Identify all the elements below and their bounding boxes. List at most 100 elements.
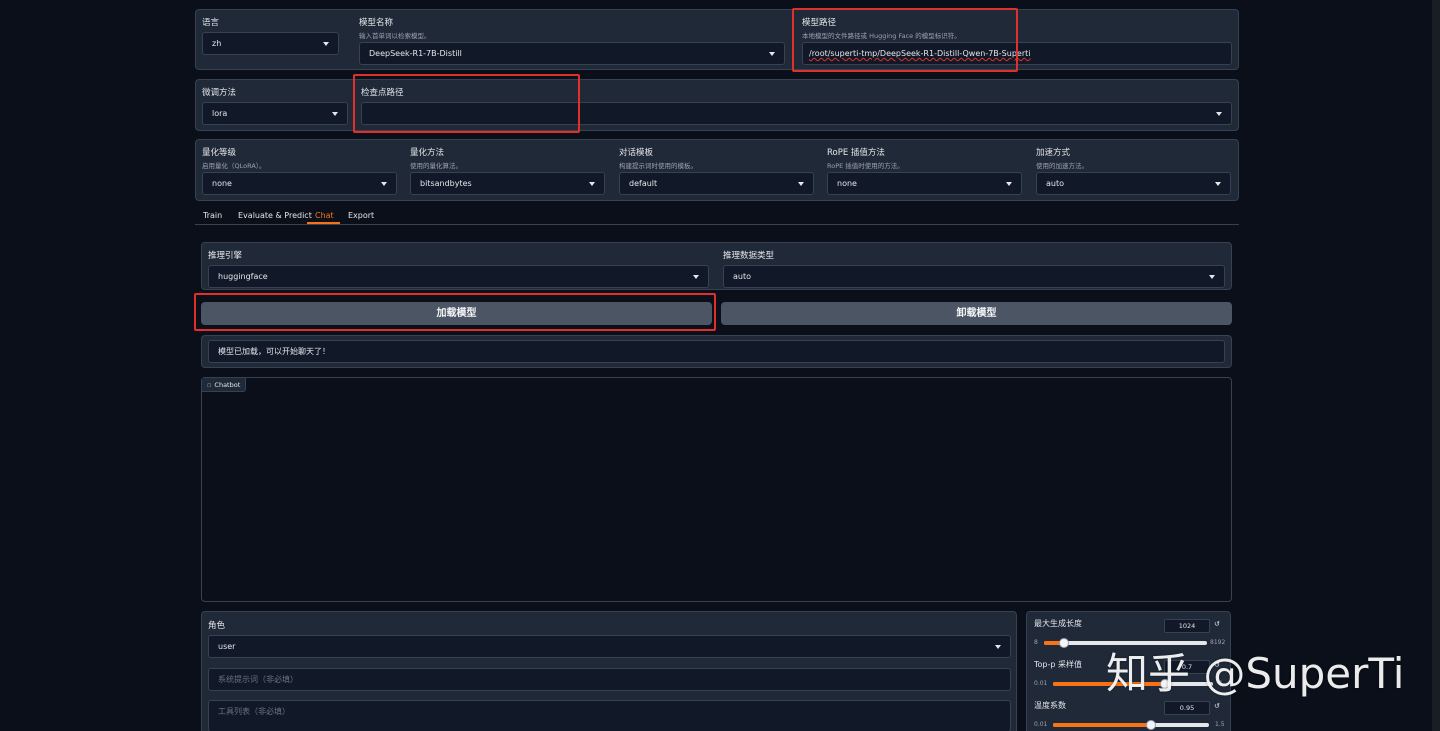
reset-icon[interactable]: ↺ <box>1214 702 1220 710</box>
chevron-down-icon <box>798 182 804 186</box>
model-name-label: 模型名称 <box>359 18 394 28</box>
chatbot-tag: ▫ Chatbot <box>202 378 247 392</box>
row3-group-0: 量化等级 启用量化（QLoRA）。 none <box>202 140 404 200</box>
chatbot-label: Chatbot <box>214 381 241 389</box>
quantization-method-info: 使用的量化算法。 <box>410 162 462 170</box>
template-value: default <box>629 179 658 188</box>
finetune-panel: 微调方法 lora 检查点路径 <box>195 79 1239 131</box>
tab-bar <box>195 224 1239 225</box>
status-text: 模型已加载，可以开始聊天了！ <box>218 347 330 356</box>
reset-icon[interactable]: ↺ <box>1214 620 1220 628</box>
chevron-down-icon <box>381 182 387 186</box>
chevron-down-icon <box>1209 275 1215 279</box>
finetune-method-value: lora <box>212 109 228 118</box>
model-name-value: DeepSeek-R1-7B-Distill <box>369 49 462 58</box>
tab-chat[interactable]: Chat <box>315 211 334 220</box>
template-label: 对话模板 <box>619 148 654 158</box>
slider-fill <box>1053 723 1152 727</box>
tab-train[interactable]: Train <box>203 211 222 220</box>
infer-backend-dropdown[interactable]: huggingface <box>208 265 709 288</box>
temperature-min: 0.01 <box>1034 721 1048 728</box>
template-info: 构建提示词时使用的模板。 <box>619 162 697 170</box>
temperature-input[interactable]: 0.95 <box>1164 701 1210 715</box>
top-p-min: 0.01 <box>1034 680 1048 687</box>
quantization-method-label: 量化方法 <box>410 148 445 158</box>
temperature-label: 温度系数 <box>1034 701 1066 710</box>
language-label: 语言 <box>202 18 220 28</box>
status-box: 模型已加载，可以开始聊天了！ <box>208 340 1225 363</box>
row3-group-4: 加速方式 使用的加速方法。 auto <box>1036 140 1236 200</box>
chevron-down-icon <box>332 112 338 116</box>
model-path-value: /root/superti-tmp/DeepSeek-R1-Distill-Qw… <box>809 49 1031 58</box>
infer-dtype-label: 推理数据类型 <box>723 251 775 261</box>
temperature-max: 1.5 <box>1215 721 1225 728</box>
booster-dropdown[interactable]: auto <box>1036 172 1231 195</box>
template-dropdown[interactable]: default <box>619 172 814 195</box>
model-name-dropdown[interactable]: DeepSeek-R1-7B-Distill <box>359 42 785 65</box>
rope-scaling-dropdown[interactable]: none <box>827 172 1022 195</box>
model-path-info: 本地模型的文件路径或 Hugging Face 的模型标识符。 <box>802 32 961 40</box>
role-label: 角色 <box>208 621 226 631</box>
quantization-method-dropdown[interactable]: bitsandbytes <box>410 172 605 195</box>
tools-input[interactable]: 工具列表（非必填） <box>208 700 1011 731</box>
infer-dtype-value: auto <box>733 272 752 281</box>
checkpoint-path-label: 检查点路径 <box>361 88 404 98</box>
status-panel: 模型已加载，可以开始聊天了！ <box>201 335 1232 368</box>
load-model-button[interactable]: 加载模型 <box>201 302 712 325</box>
chat-bubble-icon: ▫ <box>207 381 212 389</box>
rope-scaling-info: RoPE 插值时使用的方法。 <box>827 162 904 170</box>
chevron-down-icon <box>1215 182 1221 186</box>
quantization-method-value: bitsandbytes <box>420 179 472 188</box>
model-path-input[interactable]: /root/superti-tmp/DeepSeek-R1-Distill-Qw… <box>802 42 1232 65</box>
chevron-down-icon <box>769 52 775 56</box>
slider-thumb[interactable] <box>1058 638 1069 648</box>
unload-model-button[interactable]: 卸载模型 <box>721 302 1232 325</box>
checkpoint-path-dropdown[interactable] <box>361 102 1232 125</box>
chevron-down-icon <box>693 275 699 279</box>
chatbot-panel: ▫ Chatbot <box>201 377 1232 602</box>
model-name-info: 输入首单词以检索模型。 <box>359 32 431 40</box>
rope-scaling-value: none <box>837 179 857 188</box>
language-dropdown[interactable]: zh <box>202 32 339 55</box>
inference-panel: 推理引擎 huggingface 推理数据类型 auto <box>201 242 1232 290</box>
max-new-tokens-label: 最大生成长度 <box>1034 619 1082 628</box>
role-dropdown[interactable]: user <box>208 635 1011 658</box>
tab-evaluate-predict[interactable]: Evaluate & Predict <box>238 211 312 220</box>
rope-scaling-label: RoPE 插值方法 <box>827 148 885 158</box>
tools-placeholder: 工具列表（非必填） <box>218 707 290 716</box>
finetune-method-label: 微调方法 <box>202 88 237 98</box>
row3-group-2: 对话模板 构建提示词时使用的模板。 default <box>619 140 821 200</box>
booster-label: 加速方式 <box>1036 148 1071 158</box>
finetune-method-dropdown[interactable]: lora <box>202 102 348 125</box>
chevron-down-icon <box>1006 182 1012 186</box>
max-new-tokens-input[interactable]: 1024 <box>1164 619 1210 633</box>
chevron-down-icon <box>1216 112 1222 116</box>
model-settings-panel: 语言 zh 模型名称 输入首单词以检索模型。 DeepSeek-R1-7B-Di… <box>195 9 1239 70</box>
tab-export[interactable]: Export <box>348 211 374 220</box>
input-panel: 角色 user 系统提示词（非必填） 工具列表（非必填） <box>201 611 1017 731</box>
language-value: zh <box>212 39 222 48</box>
row3-group-1: 量化方法 使用的量化算法。 bitsandbytes <box>410 140 612 200</box>
top-p-label: Top-p 采样值 <box>1034 660 1083 669</box>
quantization-bit-label: 量化等级 <box>202 148 237 158</box>
system-prompt-placeholder: 系统提示词（非必填） <box>218 675 298 684</box>
quantization-panel: 量化等级 启用量化（QLoRA）。 none 量化方法 使用的量化算法。 bit… <box>195 139 1239 201</box>
quantization-bit-value: none <box>212 179 232 188</box>
infer-dtype-dropdown[interactable]: auto <box>723 265 1225 288</box>
infer-backend-label: 推理引擎 <box>208 251 243 261</box>
model-path-label: 模型路径 <box>802 18 837 28</box>
role-value: user <box>218 642 236 651</box>
temperature-slider[interactable] <box>1053 720 1209 730</box>
watermark-text: 知乎 @SuperTi <box>1106 649 1405 698</box>
booster-value: auto <box>1046 179 1065 188</box>
row3-group-3: RoPE 插值方法 RoPE 插值时使用的方法。 none <box>827 140 1029 200</box>
chevron-down-icon <box>323 42 329 46</box>
max-new-tokens-min: 8 <box>1034 639 1038 646</box>
system-prompt-input[interactable]: 系统提示词（非必填） <box>208 668 1011 691</box>
slider-thumb[interactable] <box>1146 720 1157 730</box>
booster-info: 使用的加速方法。 <box>1036 162 1088 170</box>
page-scrollbar[interactable] <box>1432 0 1440 731</box>
quantization-bit-info: 启用量化（QLoRA）。 <box>202 162 266 170</box>
quantization-bit-dropdown[interactable]: none <box>202 172 397 195</box>
active-tab-indicator <box>307 222 340 224</box>
